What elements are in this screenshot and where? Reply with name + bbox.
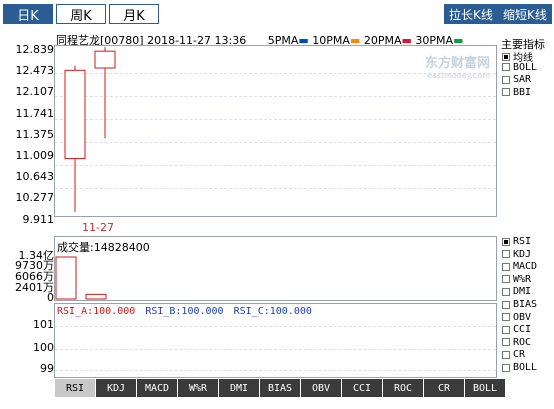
volume-bar xyxy=(55,256,77,300)
candle-body xyxy=(94,50,116,69)
bottom-tab[interactable]: CCI xyxy=(342,379,382,397)
rsi-panel: RSI_A:100.000 RSI_B:100.000 RSI_C:100.00… xyxy=(54,303,497,378)
tab-weekly-k[interactable]: 周K xyxy=(56,4,106,24)
sub-indicator-label: BIAS xyxy=(513,299,538,310)
checkbox-icon[interactable] xyxy=(502,325,510,334)
candle-body xyxy=(64,69,86,160)
bottom-tab[interactable]: ROC xyxy=(383,379,423,397)
bottom-tab[interactable]: CR xyxy=(424,379,464,397)
sub-indicator-label: DMI xyxy=(513,286,532,298)
bottom-indicator-tabs: RSI KDJ MACD W%R DMI BIAS OBV CCI ROC CR BOLL xyxy=(55,379,506,397)
checkbox-icon[interactable] xyxy=(502,237,510,246)
rsi-c-value: RSI_C:100.000 xyxy=(233,306,312,317)
rsi-tick-99: 99 xyxy=(40,362,54,375)
sub-indicator-label: OBV xyxy=(513,311,532,323)
price-tick-label: 11.741 xyxy=(15,106,55,120)
shrink-candles-button[interactable]: 缩短K线 xyxy=(498,4,552,24)
price-tick-label: 9.911 xyxy=(22,212,55,226)
checkbox-icon[interactable] xyxy=(502,300,510,309)
checkbox-icon[interactable] xyxy=(502,338,510,347)
main-indicator-option[interactable]: SAR xyxy=(502,74,531,85)
stretch-candles-button[interactable]: 拉长K线 xyxy=(444,4,498,24)
sub-indicator-label: CCI xyxy=(513,324,532,336)
sub-indicator-option[interactable]: BIAS xyxy=(502,299,537,310)
checkbox-icon[interactable] xyxy=(502,250,510,259)
sub-indicator-option[interactable]: OBV xyxy=(502,312,531,323)
sub-indicator-option[interactable]: KDJ xyxy=(502,249,531,260)
bottom-tab[interactable]: KDJ xyxy=(96,379,136,397)
price-tick-label: 10.643 xyxy=(15,170,55,184)
sub-indicator-option[interactable]: ROC xyxy=(502,337,531,348)
bottom-tab[interactable]: W%R xyxy=(178,379,218,397)
sub-indicator-option[interactable]: W%R xyxy=(502,274,531,285)
bottom-tab[interactable]: MACD xyxy=(137,379,177,397)
tab-daily-k[interactable]: 日K xyxy=(3,4,53,24)
date-axis-label: 11-27 xyxy=(82,221,114,234)
checkbox-icon[interactable] xyxy=(502,63,510,71)
rsi-a-value: RSI_A:100.000 xyxy=(57,306,136,317)
tab-monthly-k[interactable]: 月K xyxy=(109,4,159,24)
price-tick-label: 12.107 xyxy=(15,85,55,99)
candlestick-chart xyxy=(64,47,116,212)
bottom-tab[interactable]: RSI xyxy=(55,379,95,397)
main-indicator-option[interactable]: BOLL xyxy=(502,62,537,73)
sub-indicator-label: KDJ xyxy=(513,248,532,260)
volume-bar xyxy=(85,293,107,300)
main-indicator-label: BOLL xyxy=(513,61,538,73)
bottom-tab[interactable]: BOLL xyxy=(465,379,505,397)
checkbox-icon[interactable] xyxy=(502,313,510,322)
checkbox-icon[interactable] xyxy=(502,363,510,372)
price-tick-label: 11.009 xyxy=(15,149,55,162)
main-indicator-label: SAR xyxy=(513,74,532,85)
sub-indicator-label: BOLL xyxy=(513,362,538,373)
checkbox-icon[interactable] xyxy=(502,350,510,359)
rsi-tick-101: 101 xyxy=(33,318,54,331)
main-indicator-option[interactable]: BBI xyxy=(502,87,531,98)
sub-indicator-label: CR xyxy=(513,349,526,361)
checkbox-icon[interactable] xyxy=(502,275,510,284)
sub-indicator-option[interactable]: RSI xyxy=(502,236,531,247)
bottom-tab[interactable]: BIAS xyxy=(260,379,300,397)
price-tick-label: 12.839 xyxy=(15,43,55,56)
checkbox-icon[interactable] xyxy=(502,52,510,61)
sub-indicator-option[interactable]: DMI xyxy=(502,286,531,297)
sub-indicator-option[interactable]: BOLL xyxy=(502,362,537,373)
main-indicator-label: BBI xyxy=(513,86,532,98)
volume-panel: 成交量:14828400 xyxy=(54,236,497,301)
sub-indicator-option[interactable]: MACD xyxy=(502,261,537,272)
sub-indicator-option[interactable]: CR xyxy=(502,349,525,360)
sub-indicator-label: MACD xyxy=(513,261,538,273)
checkbox-icon[interactable] xyxy=(502,88,510,96)
sub-indicator-label: RSI xyxy=(513,236,532,247)
price-tick-label: 10.277 xyxy=(15,191,55,205)
sub-indicator-option[interactable]: CCI xyxy=(502,324,531,335)
price-panel: 东方财富网 eastmoney.com xyxy=(54,45,497,217)
bottom-tab[interactable]: OBV xyxy=(301,379,341,397)
period-tabs: 日K 周K 月K xyxy=(3,4,162,24)
price-tick-label: 11.375 xyxy=(15,127,55,141)
sub-indicator-label: ROC xyxy=(513,336,532,348)
sub-indicator-label: W%R xyxy=(513,273,532,285)
checkbox-icon[interactable] xyxy=(502,287,510,296)
price-tick-label: 12.473 xyxy=(15,64,55,78)
volume-tick-label: 0 xyxy=(47,291,54,304)
rsi-tick-100: 100 xyxy=(33,341,54,354)
rsi-b-value: RSI_B:100.000 xyxy=(145,306,224,317)
volume-chart xyxy=(55,256,107,300)
checkbox-icon[interactable] xyxy=(502,75,510,84)
rsi-legend: RSI_A:100.000 RSI_B:100.000 RSI_C:100.00… xyxy=(57,306,312,317)
bottom-tab[interactable]: DMI xyxy=(219,379,259,397)
checkbox-icon[interactable] xyxy=(502,262,510,271)
